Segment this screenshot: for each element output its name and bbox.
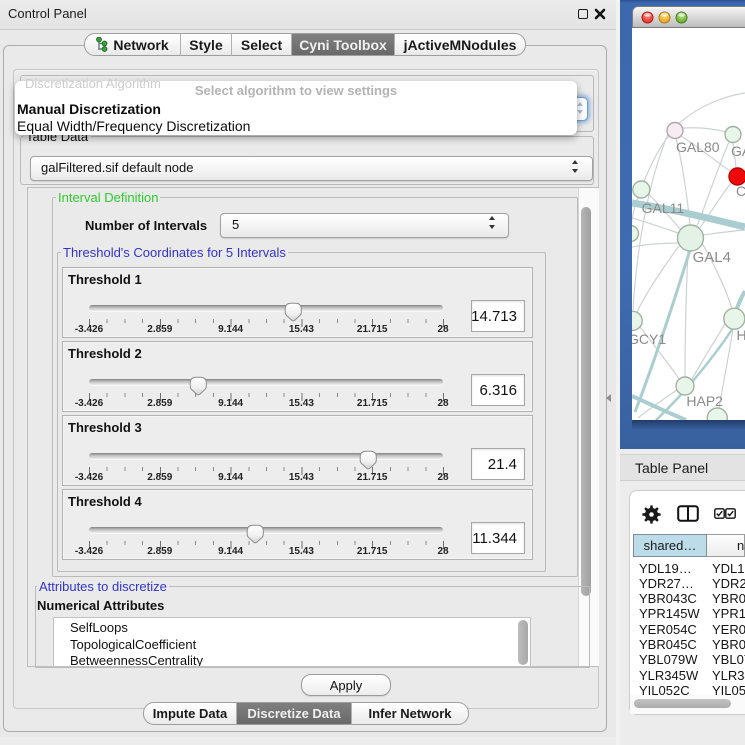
svg-text:HA: HA [737, 327, 745, 343]
svg-text:GAL2: GAL2 [731, 143, 745, 159]
svg-text:GAL11: GAL11 [642, 200, 685, 216]
svg-text:GCY1: GCY1 [632, 331, 666, 347]
svg-text:GAL4: GAL4 [693, 249, 731, 266]
svg-text:HAP2: HAP2 [686, 393, 723, 409]
svg-text:GAL80: GAL80 [676, 139, 720, 155]
svg-text:CY: CY [736, 183, 745, 199]
